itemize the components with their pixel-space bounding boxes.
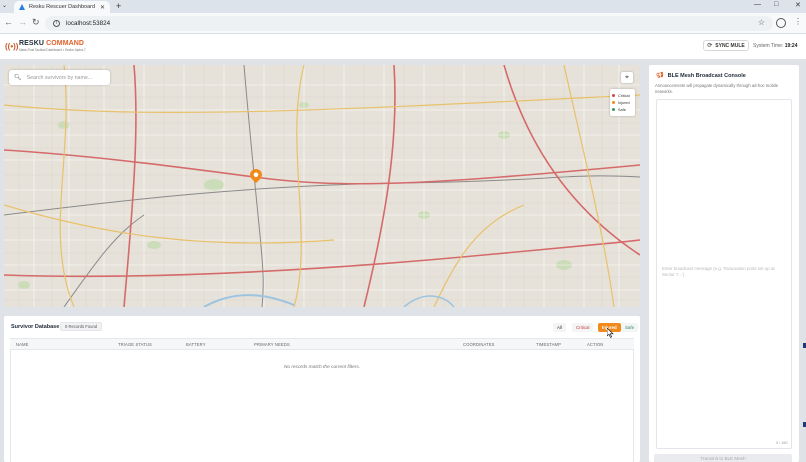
safe-dot-icon	[612, 108, 615, 111]
legend-safe-label: Safe	[618, 107, 626, 112]
tab-close-icon[interactable]: ✕	[100, 4, 105, 11]
brand-part-1: RESKU	[19, 40, 45, 47]
search-icon: 🔍︎	[14, 75, 22, 81]
recenter-map-button[interactable]: ⌖	[621, 72, 633, 83]
profile-avatar-icon[interactable]	[776, 18, 786, 28]
site-info-icon[interactable]: i	[53, 20, 60, 27]
table-header: NAME TRIAGE STATUS BATTERY PRIMARY NEEDS…	[10, 338, 634, 350]
tab-search-chevron-icon[interactable]: ⌄	[2, 2, 7, 9]
brand-subtitle: Mass-Post Tactical Dashboard • Sector Al…	[19, 48, 86, 52]
url-text[interactable]: localhost:53824	[66, 20, 110, 27]
forward-arrow-icon[interactable]: →	[18, 17, 27, 27]
legend-injured-label: Injured	[618, 100, 630, 105]
tab-title: Resku Rescuer Dashboard	[29, 4, 96, 10]
empty-state-message: No records match the current filters.	[283, 365, 361, 370]
broadcast-console-panel: 📢︎ BLE Mesh Broadcast Console Announceme…	[649, 65, 799, 462]
app-header: ((•)) RESKU COMMAND Mass-Post Tactical D…	[0, 34, 806, 59]
system-time: System Time: 19:24	[753, 43, 797, 49]
address-bar[interactable]: i localhost:53824 ☆	[45, 16, 773, 31]
col-triage-status: TRIAGE STATUS	[118, 342, 152, 347]
survivor-marker-pin[interactable]	[250, 169, 262, 183]
records-count-badge: 0 Records Found	[60, 322, 103, 331]
broadcast-title-row: 📢︎ BLE Mesh Broadcast Console	[656, 72, 746, 80]
brand-title: RESKU COMMAND	[19, 40, 84, 47]
filter-safe-button[interactable]: Safe	[621, 323, 639, 332]
filter-critical-button[interactable]: Critical	[572, 323, 594, 332]
sync-icon: ⟳	[707, 43, 713, 49]
map-legend: Critical Injured Safe	[610, 89, 635, 116]
col-battery: BATTERY	[186, 342, 206, 347]
char-counter: 0 / 160	[776, 441, 788, 445]
broadcast-message-input[interactable]	[656, 99, 792, 449]
bookmark-star-icon[interactable]: ☆	[758, 18, 765, 27]
legend-injured: Injured	[612, 99, 633, 106]
crosshair-icon: ⌖	[625, 74, 629, 81]
close-window-button[interactable]: ✕	[795, 1, 801, 9]
broadcast-title: BLE Mesh Broadcast Console	[667, 72, 746, 79]
col-primary-needs: PRIMARY NEEDS	[254, 342, 290, 347]
col-action: ACTION	[587, 342, 604, 347]
survivor-map[interactable]	[4, 65, 640, 307]
legend-critical-label: Critical	[618, 93, 630, 98]
database-title: Survivor Database	[11, 324, 60, 330]
injured-dot-icon	[612, 101, 615, 104]
browser-toolbar: ← → ↻ i localhost:53824 ☆ ⋮	[0, 13, 806, 34]
reload-icon[interactable]: ↻	[32, 17, 40, 28]
browser-tab[interactable]: Resku Rescuer Dashboard ✕	[14, 1, 110, 13]
maximize-window-button[interactable]: □	[774, 1, 778, 8]
new-tab-button[interactable]: +	[116, 1, 121, 11]
legend-critical: Critical	[612, 92, 633, 99]
col-timestamp: TIMESTAMP	[536, 342, 562, 347]
broadcast-logo-icon: ((•))	[5, 42, 19, 51]
legend-safe: Safe	[612, 106, 633, 113]
sync-label: SYNC MULE	[715, 42, 745, 49]
system-time-value: 19:24	[784, 43, 798, 49]
map-tiles[interactable]	[4, 65, 640, 307]
survivor-search-input[interactable]	[26, 74, 107, 81]
system-time-label: System Time:	[753, 43, 784, 49]
favicon-icon	[19, 4, 25, 10]
mouse-cursor-icon	[607, 328, 614, 338]
filter-all-button[interactable]: All	[553, 323, 566, 332]
minimize-window-button[interactable]: —	[754, 1, 761, 8]
col-coordinates: COORDINATES	[463, 342, 495, 347]
transmit-button[interactable]: Transmit to BLE Mesh	[654, 454, 792, 462]
survivor-search-box[interactable]: 🔍︎	[9, 70, 110, 85]
browser-menu-icon[interactable]: ⋮	[794, 17, 802, 26]
brand-part-2: COMMAND	[46, 40, 85, 47]
survivor-database-panel: Survivor Database 0 Records Found All Cr…	[4, 316, 640, 462]
browser-tabstrip: ⌄ Resku Rescuer Dashboard ✕ + — □ ✕	[0, 0, 806, 13]
col-name: NAME	[16, 342, 29, 347]
back-arrow-icon[interactable]: ←	[4, 17, 13, 27]
critical-dot-icon	[612, 94, 615, 97]
broadcast-description: Announcements will propagate dynamically…	[655, 83, 779, 94]
megaphone-icon: 📢︎	[656, 73, 664, 79]
sync-mule-button[interactable]: ⟳ SYNC MULE	[703, 40, 749, 51]
